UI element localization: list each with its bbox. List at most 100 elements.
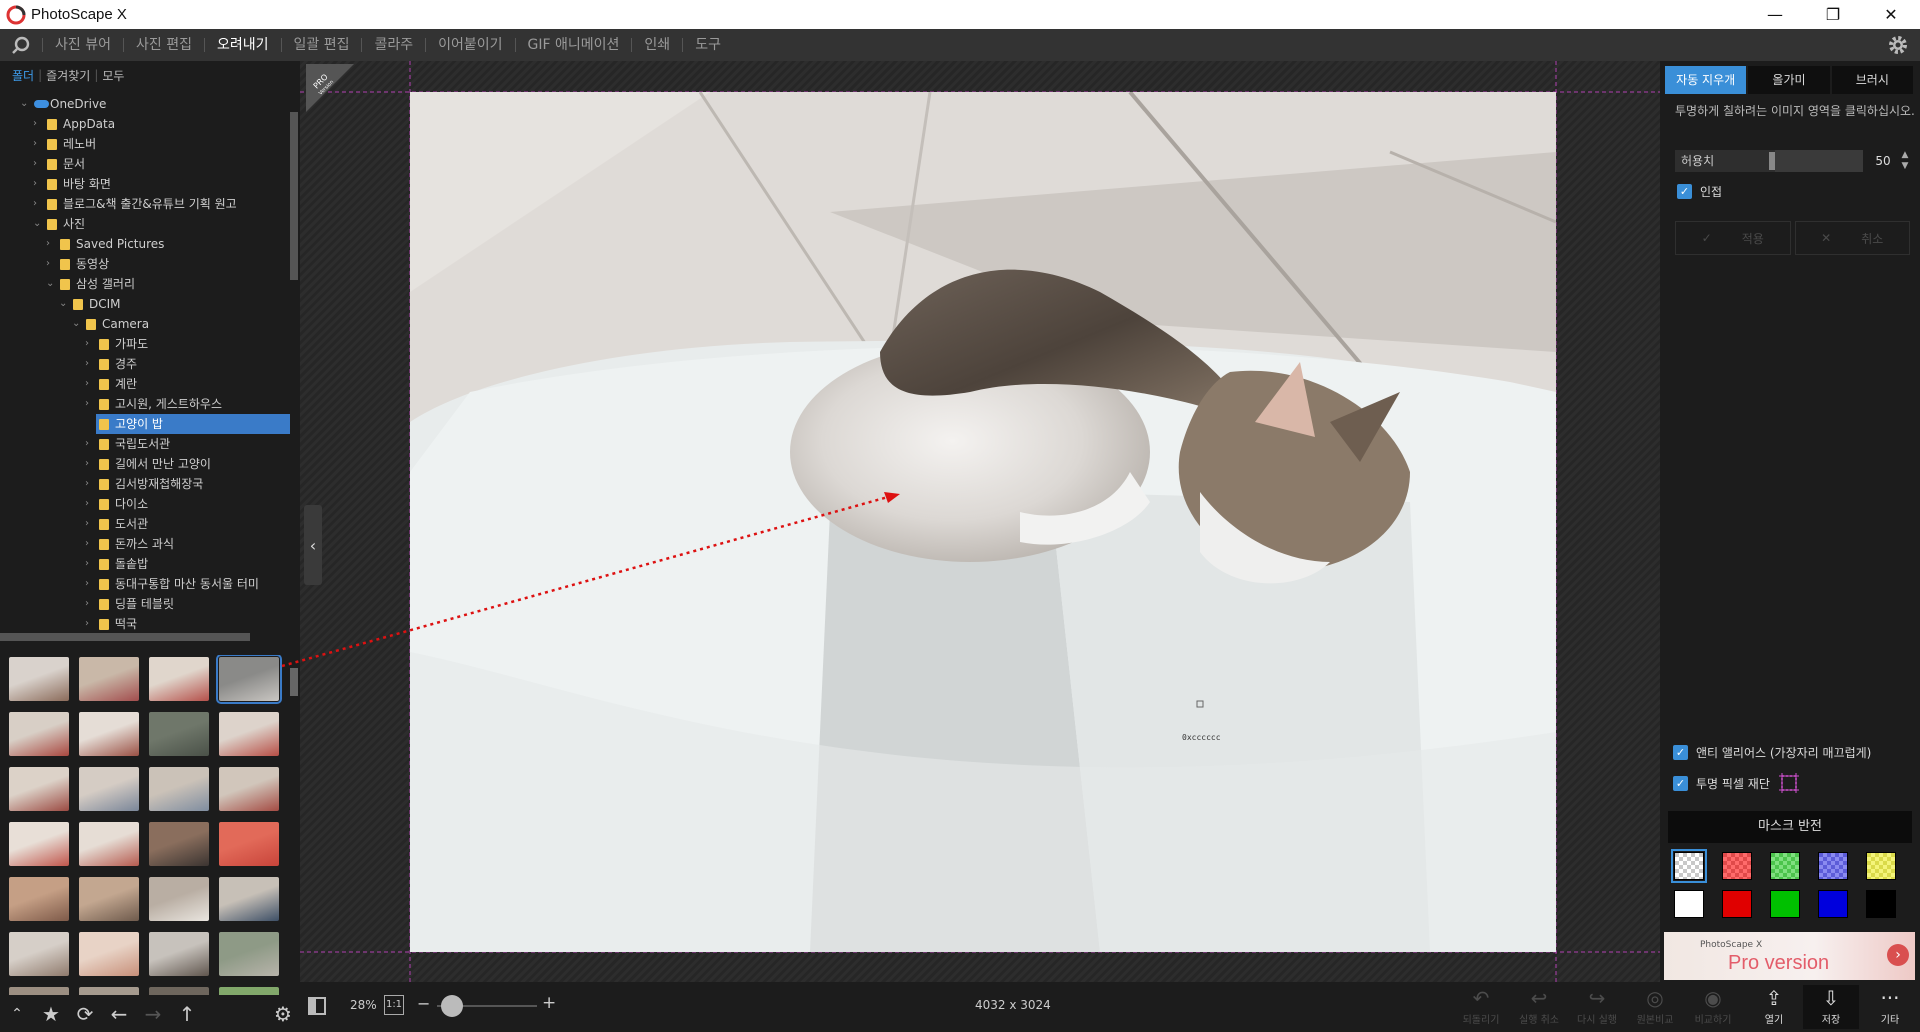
antialias-checkbox[interactable]: ✓ 앤티 앨리어스 (가장자리 매끄럽게) xyxy=(1673,742,1871,762)
tree-item[interactable]: › 다이소 xyxy=(0,494,292,514)
redo-button[interactable]: ↪ 다시 실행 xyxy=(1569,985,1625,1029)
chevron-down-icon[interactable]: ⌄ xyxy=(72,314,82,334)
menu-gif[interactable]: GIF 애니메이션 xyxy=(516,29,632,61)
thumbnail[interactable] xyxy=(216,655,282,704)
tree-item[interactable]: › 돈까스 과식 xyxy=(0,534,292,554)
chevron-right-icon[interactable]: › xyxy=(85,394,95,414)
tree-scrollbar[interactable] xyxy=(290,112,298,280)
tree-item[interactable]: › 김서방재첩해장국 xyxy=(0,474,292,494)
collapse-left-panel-button[interactable]: ‹ xyxy=(304,505,322,585)
tree-item[interactable]: › 길에서 만난 고양이 xyxy=(0,454,292,474)
thumbnail[interactable] xyxy=(79,822,139,866)
star-icon[interactable]: ★ xyxy=(34,997,68,1031)
tree-item[interactable]: › 가파도 xyxy=(0,334,292,354)
browser-settings-gear-icon[interactable]: ⚙ xyxy=(266,997,300,1031)
tolerance-slider[interactable]: 허용치 50 ▲ ▼ xyxy=(1675,150,1915,172)
thumbnail[interactable] xyxy=(9,877,69,921)
tree-item[interactable]: › 레노버 xyxy=(0,134,292,154)
revert-button[interactable]: ↶ 되돌리기 xyxy=(1453,985,1509,1029)
tree-item[interactable]: › 돌솥밥 xyxy=(0,554,292,574)
tree-item[interactable]: › 딩플 테블릿 xyxy=(0,594,292,614)
thumbnail[interactable] xyxy=(149,822,209,866)
tree-item[interactable]: › 도서관 xyxy=(0,514,292,534)
thumbnail[interactable] xyxy=(149,932,209,976)
tree-item[interactable]: › 경주 xyxy=(0,354,292,374)
chevron-right-icon[interactable]: › xyxy=(85,494,95,514)
tolerance-thumb[interactable] xyxy=(1769,152,1775,170)
menu-print[interactable]: 인쇄 xyxy=(632,29,682,61)
chevron-right-icon[interactable]: › xyxy=(85,554,95,574)
chevron-right-icon[interactable]: › xyxy=(46,234,56,254)
zoom-in-button[interactable]: + xyxy=(542,993,556,1013)
undo-button[interactable]: ↩ 실행 취소 xyxy=(1511,985,1567,1029)
tree-item[interactable]: › Saved Pictures xyxy=(0,234,292,254)
tab-folder[interactable]: 폴더 xyxy=(8,67,38,84)
thumbnail[interactable] xyxy=(79,767,139,811)
thumbnail[interactable] xyxy=(9,822,69,866)
chevron-down-icon[interactable]: ⌄ xyxy=(20,94,30,114)
tab-all[interactable]: 모두 xyxy=(98,67,128,84)
menu-collage[interactable]: 콜라주 xyxy=(362,29,425,61)
thumbnail[interactable] xyxy=(219,932,279,976)
tolerance-track[interactable] xyxy=(1775,150,1863,172)
menu-editor[interactable]: 사진 편집 xyxy=(124,29,204,61)
tree-item[interactable]: › 블로그&책 출간&유튜브 기획 원고 xyxy=(0,194,292,214)
thumbnail[interactable] xyxy=(79,877,139,921)
transparent-crop-checkbox[interactable]: ✓ 투명 픽셀 재단 xyxy=(1673,773,1800,793)
thumbnail[interactable] xyxy=(219,767,279,811)
chevron-right-icon[interactable]: › xyxy=(33,174,43,194)
tree-item[interactable]: ⌄ 사진 xyxy=(0,214,292,234)
color-swatch[interactable] xyxy=(1722,852,1752,880)
menu-viewer[interactable]: 사진 뷰어 xyxy=(43,29,123,61)
more-button[interactable]: ··· 기타 xyxy=(1862,985,1918,1029)
collapse-up-icon[interactable]: ⌃ xyxy=(0,997,34,1031)
color-swatch[interactable] xyxy=(1671,849,1707,883)
thumbnail[interactable] xyxy=(149,767,209,811)
minimize-button[interactable]: — xyxy=(1746,0,1804,29)
thumbnail[interactable] xyxy=(79,712,139,756)
compare-button[interactable]: ◉ 비교하기 xyxy=(1685,985,1741,1029)
panel-toggle-icon[interactable] xyxy=(308,997,326,1015)
chevron-down-icon[interactable]: ⌄ xyxy=(46,274,56,294)
forward-arrow-icon[interactable]: → xyxy=(136,997,170,1031)
thumbnail[interactable] xyxy=(219,712,279,756)
tree-item[interactable]: ⌄ OneDrive xyxy=(0,94,292,114)
tab-favorites[interactable]: 즐겨찾기 xyxy=(42,67,94,84)
refresh-icon[interactable]: ⟳ xyxy=(68,997,102,1031)
chevron-right-icon[interactable]: › xyxy=(85,354,95,374)
zoom-level[interactable]: 28% xyxy=(350,998,377,1012)
thumbnail[interactable] xyxy=(79,932,139,976)
tree-item[interactable]: › 바탕 화면 xyxy=(0,174,292,194)
color-swatch[interactable] xyxy=(1818,852,1848,880)
save-button[interactable]: ⇩ 저장 xyxy=(1803,985,1859,1029)
thumbnail[interactable] xyxy=(149,657,209,701)
tab-lasso[interactable]: 올가미 xyxy=(1748,66,1830,94)
adjacent-checkbox[interactable]: ✓ 인접 xyxy=(1677,181,1722,201)
chevron-right-icon[interactable]: › xyxy=(33,114,43,134)
open-button[interactable]: ⇪ 열기 xyxy=(1746,985,1802,1029)
menu-cut-out[interactable]: 오려내기 xyxy=(205,29,281,61)
thumbnail[interactable] xyxy=(219,822,279,866)
chevron-right-icon[interactable]: › xyxy=(85,594,95,614)
thumbnail[interactable] xyxy=(149,877,209,921)
zoom-slider-knob[interactable] xyxy=(441,995,463,1017)
chevron-right-icon[interactable]: › xyxy=(33,134,43,154)
chevron-right-icon[interactable]: › xyxy=(46,254,56,274)
color-swatch[interactable] xyxy=(1866,890,1896,918)
maximize-button[interactable]: ❐ xyxy=(1804,0,1862,29)
up-arrow-icon[interactable]: ↑ xyxy=(170,997,204,1031)
tree-item[interactable]: › 국립도서관 xyxy=(0,434,292,454)
tolerance-value[interactable]: 50 xyxy=(1871,150,1895,172)
close-button[interactable]: ✕ xyxy=(1862,0,1920,29)
chevron-right-icon[interactable]: › xyxy=(85,534,95,554)
tree-item[interactable]: › 계란 xyxy=(0,374,292,394)
color-swatch[interactable] xyxy=(1866,852,1896,880)
color-swatch[interactable] xyxy=(1674,890,1704,918)
thumbnail[interactable] xyxy=(9,767,69,811)
tree-horizontal-scrollbar[interactable] xyxy=(0,633,250,641)
chevron-right-icon[interactable]: › xyxy=(85,374,95,394)
cancel-button[interactable]: ✕ 취소 xyxy=(1794,221,1910,255)
tree-item[interactable]: › AppData xyxy=(0,114,292,134)
menu-batch[interactable]: 일괄 편집 xyxy=(282,29,362,61)
tree-item[interactable]: › 문서 xyxy=(0,154,292,174)
